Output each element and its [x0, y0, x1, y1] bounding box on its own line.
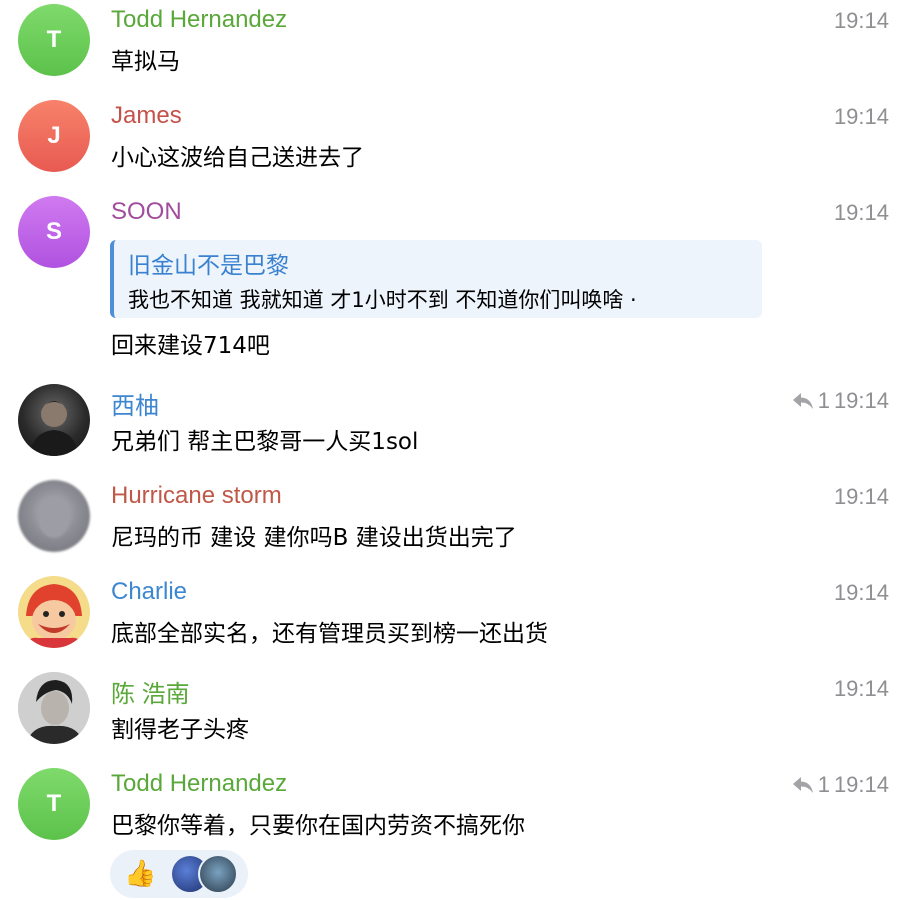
- sender-name[interactable]: 西柚: [111, 386, 159, 421]
- time-label: 19:14: [833, 200, 889, 225]
- message-item[interactable]: 西柚 1 19:14 兄弟们 帮主巴黎哥一人买1sol: [0, 380, 916, 476]
- avatar[interactable]: T: [18, 768, 90, 840]
- time-label: 19:14: [833, 580, 889, 605]
- cartoon-avatar-icon: [22, 584, 86, 648]
- blurred-photo-icon: [38, 498, 70, 538]
- message-item[interactable]: Charlie 19:14 底部全部实名，还有管理员买到榜一还出货: [0, 572, 916, 668]
- reply-quote[interactable]: 旧金山不是巴黎 我也不知道 我就知道 才1小时不到 不知道你们叫唤啥 ·: [110, 240, 762, 318]
- quote-author: 旧金山不是巴黎: [128, 253, 289, 279]
- message-time: 19:14: [834, 200, 889, 226]
- message-text: 尼玛的币 建设 建你吗B 建设出货出完了: [111, 525, 517, 551]
- message-text: 兄弟们 帮主巴黎哥一人买1sol: [111, 429, 419, 455]
- time-label: 19:14: [833, 8, 889, 33]
- message-text: 割得老子头疼: [111, 717, 249, 743]
- message-time: 19:14: [834, 484, 889, 510]
- avatar-initial: J: [47, 122, 61, 149]
- avatar-initial: T: [46, 26, 62, 53]
- sender-name[interactable]: James: [111, 102, 182, 130]
- message-time[interactable]: 1 19:14: [792, 388, 889, 414]
- message-item[interactable]: T Todd Hernandez 19:14 草拟马: [0, 0, 916, 96]
- reply-count: 1: [817, 388, 830, 413]
- time-label: 19:14: [833, 388, 889, 413]
- quote-text: 我也不知道 我就知道 才1小时不到 不知道你们叫唤啥 ·: [128, 288, 637, 312]
- avatar[interactable]: S: [18, 196, 90, 268]
- time-label: 19:14: [833, 484, 889, 509]
- avatar[interactable]: [18, 576, 90, 648]
- message-item[interactable]: Hurricane storm 19:14 尼玛的币 建设 建你吗B 建设出货出…: [0, 476, 916, 572]
- avatar-initial: T: [46, 790, 62, 817]
- message-text: 草拟马: [111, 49, 180, 75]
- message-text: 小心这波给自己送进去了: [111, 145, 364, 171]
- time-label: 19:14: [833, 104, 889, 129]
- user-photo-icon: [30, 401, 78, 456]
- message-time[interactable]: 1 19:14: [792, 772, 889, 798]
- avatar[interactable]: [18, 384, 90, 456]
- avatar-initial: S: [45, 218, 62, 245]
- reply-arrow-icon: [792, 393, 813, 409]
- user-photo-icon: [18, 672, 90, 744]
- time-label: 19:14: [833, 772, 889, 797]
- message-text: 巴黎你等着，只要你在国内劳资不搞死你: [111, 813, 525, 839]
- message-time: 19:14: [834, 676, 889, 702]
- avatar[interactable]: [18, 480, 90, 552]
- message-item[interactable]: 陈 浩南 19:14 割得老子头疼: [0, 668, 916, 764]
- sender-name[interactable]: Charlie: [111, 578, 187, 606]
- reactor-avatar: [198, 854, 238, 894]
- sender-name[interactable]: Hurricane storm: [111, 482, 282, 510]
- reaction-pill[interactable]: 👍: [110, 850, 248, 898]
- time-label: 19:14: [833, 676, 889, 701]
- message-text: 底部全部实名，还有管理员买到榜一还出货: [111, 621, 548, 647]
- message-time: 19:14: [834, 104, 889, 130]
- thumbs-up-emoji: 👍: [124, 859, 157, 889]
- message-item[interactable]: S SOON 19:14 旧金山不是巴黎 我也不知道 我就知道 才1小时不到 不…: [0, 192, 916, 380]
- message-time: 19:14: [834, 8, 889, 34]
- reply-arrow-icon: [792, 777, 813, 793]
- message-time: 19:14: [834, 580, 889, 606]
- reply-count: 1: [817, 772, 830, 797]
- message-text: 回来建设714吧: [111, 333, 270, 359]
- sender-name[interactable]: 陈 浩南: [111, 674, 190, 709]
- avatar[interactable]: J: [18, 100, 90, 172]
- message-item[interactable]: J James 19:14 小心这波给自己送进去了: [0, 96, 916, 192]
- avatar[interactable]: [18, 672, 90, 744]
- sender-name[interactable]: Todd Hernandez: [111, 770, 287, 798]
- avatar[interactable]: T: [18, 4, 90, 76]
- sender-name[interactable]: Todd Hernandez: [111, 6, 287, 34]
- sender-name[interactable]: SOON: [111, 198, 182, 226]
